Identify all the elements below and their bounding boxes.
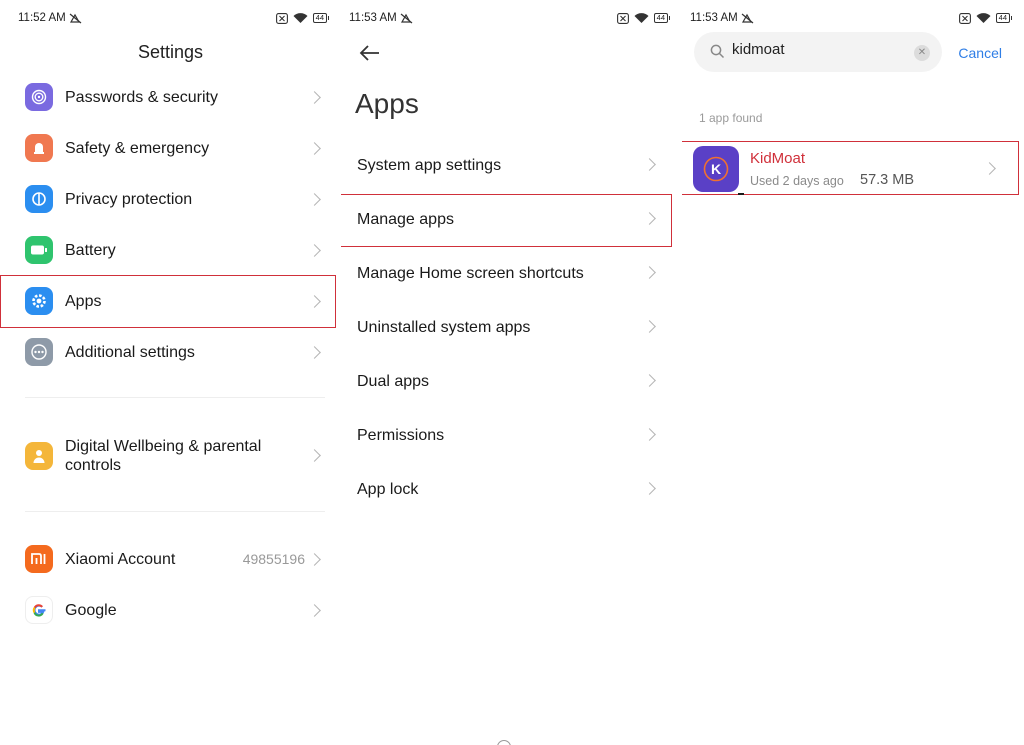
result-app-size: 57.3 MB <box>860 172 914 188</box>
apps-item-label: Manage apps <box>357 211 454 228</box>
chevron-right-icon <box>643 428 656 441</box>
search-input[interactable]: kidmoat ✕ <box>694 32 942 72</box>
more-icon <box>25 338 53 366</box>
settings-item-label: Privacy protection <box>65 190 193 208</box>
chevron-right-icon <box>308 192 321 206</box>
safety-icon <box>25 134 53 162</box>
apps-item-label: Dual apps <box>357 373 430 390</box>
page-title: Settings <box>137 42 204 62</box>
settings-item-safety-emergency[interactable]: Safety & emergency <box>0 133 331 163</box>
chevron-right-icon <box>643 266 656 279</box>
settings-item-label: Xiaomi Account <box>65 550 176 568</box>
chevron-right-icon <box>983 162 996 175</box>
cancel-button[interactable]: Cancel <box>958 45 1002 61</box>
status-bar: 11:53 AM 44 <box>349 10 671 26</box>
settings-item-battery[interactable]: Battery <box>0 235 331 265</box>
settings-item-label: Apps <box>65 292 102 310</box>
gear-icon <box>25 287 53 315</box>
chevron-right-icon <box>308 141 321 155</box>
google-icon <box>25 596 53 624</box>
apps-item-label: App lock <box>357 481 419 498</box>
apps-item-permissions[interactable]: Permissions <box>341 408 672 462</box>
settings-item-additional-settings[interactable]: Additional settings <box>0 337 331 367</box>
search-value: kidmoat <box>732 41 785 58</box>
mute-icon <box>69 13 82 23</box>
results-count: 1 app found <box>699 111 763 125</box>
chevron-right-icon <box>308 603 321 617</box>
divider <box>25 511 325 512</box>
chevron-right-icon <box>308 294 321 308</box>
settings-item-digital-wellbeing[interactable]: Digital Wellbeing & parental controls <box>0 436 331 476</box>
apps-item-label: Permissions <box>357 427 445 444</box>
chevron-right-icon <box>643 320 656 333</box>
battery-indicator: 44 <box>312 13 330 23</box>
chevron-right-icon <box>308 90 321 104</box>
divider <box>25 397 325 398</box>
search-result-item[interactable]: K KidMoat Used 2 days ago 57.3 MB <box>682 141 1018 195</box>
apps-item-label: Uninstalled system apps <box>357 319 531 336</box>
status-time: 11:53 AM <box>690 12 738 24</box>
status-bar: 11:53 AM 44 <box>690 10 1013 26</box>
status-time: 11:53 AM <box>349 12 397 24</box>
settings-item-privacy-protection[interactable]: Privacy protection <box>0 184 331 214</box>
search-icon <box>710 44 725 59</box>
wifi-icon <box>293 12 308 23</box>
result-app-name: KidMoat <box>750 150 806 167</box>
wifi-icon <box>634 12 649 23</box>
battery-icon <box>25 236 53 264</box>
settings-item-label: Passwords & security <box>65 88 218 106</box>
apps-item-uninstalled-system-apps[interactable]: Uninstalled system apps <box>341 300 672 354</box>
battery-indicator: 44 <box>653 13 671 23</box>
settings-item-label: Safety & emergency <box>65 139 210 157</box>
apps-panel: 11:53 AM 44 Apps System app settings Man… <box>341 0 682 745</box>
sim-icon <box>958 12 971 24</box>
chevron-right-icon <box>643 482 656 495</box>
privacy-icon <box>25 185 53 213</box>
settings-panel: 11:52 AM 44 Settings Passwords & securit… <box>0 0 341 745</box>
settings-item-xiaomi-account[interactable]: Xiaomi Account 49855196 <box>0 544 331 574</box>
chevron-right-icon <box>643 212 656 225</box>
wifi-icon <box>976 12 991 23</box>
sim-icon <box>275 12 288 24</box>
settings-item-passwords-security[interactable]: Passwords & security <box>0 82 331 112</box>
apps-item-manage-apps[interactable]: Manage apps <box>341 192 672 246</box>
chevron-right-icon <box>308 345 321 359</box>
chevron-right-icon <box>308 552 321 566</box>
settings-item-apps[interactable]: Apps <box>0 286 331 316</box>
mi-icon <box>25 545 53 573</box>
fingerprint-icon <box>25 83 53 111</box>
battery-indicator: 44 <box>995 13 1013 23</box>
mute-icon <box>400 13 413 23</box>
wellbeing-icon <box>25 442 53 470</box>
sim-icon <box>616 12 629 24</box>
apps-item-label: System app settings <box>357 157 502 174</box>
chevron-right-icon <box>308 449 321 462</box>
search-panel: 11:53 AM 44 kidmoat ✕ Cancel 1 app found… <box>682 0 1024 745</box>
page-title: Apps <box>355 88 419 119</box>
apps-item-manage-home-screen-shortcuts[interactable]: Manage Home screen shortcuts <box>341 246 672 300</box>
settings-item-google[interactable]: Google <box>0 595 331 625</box>
settings-item-label: Google <box>65 601 117 619</box>
settings-item-label: Battery <box>65 241 116 259</box>
clear-icon[interactable]: ✕ <box>914 45 930 61</box>
app-icon-letter: K <box>711 161 721 177</box>
apps-item-label: Manage Home screen shortcuts <box>357 265 584 282</box>
kidmoat-app-icon: K <box>693 146 739 192</box>
apps-item-dual-apps[interactable]: Dual apps <box>341 354 672 408</box>
underline-mark <box>738 193 744 195</box>
chevron-right-icon <box>643 158 656 171</box>
status-time: 11:52 AM <box>18 12 66 24</box>
settings-item-label: Additional settings <box>65 343 195 361</box>
chevron-right-icon <box>308 243 321 257</box>
settings-item-label: Digital Wellbeing & parental controls <box>65 438 262 474</box>
back-arrow-icon[interactable] <box>359 44 381 62</box>
apps-item-system-app-settings[interactable]: System app settings <box>341 138 672 192</box>
mute-icon <box>741 13 754 23</box>
apps-item-app-lock[interactable]: App lock <box>341 462 672 516</box>
status-bar: 11:52 AM 44 <box>18 10 330 26</box>
result-last-used: Used 2 days ago <box>750 174 844 188</box>
account-id: 49855196 <box>242 551 305 567</box>
chevron-right-icon <box>643 374 656 387</box>
